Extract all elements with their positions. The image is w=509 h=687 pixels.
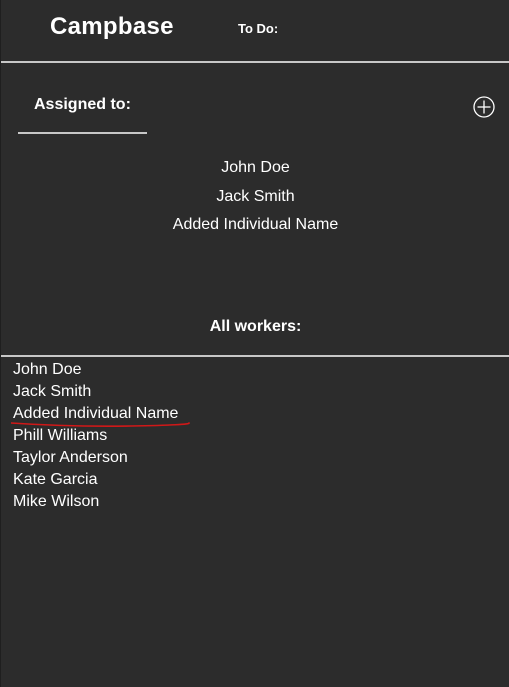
worker-name: Added Individual Name xyxy=(13,405,179,422)
header-divider xyxy=(1,61,509,63)
worker-name: Taylor Anderson xyxy=(13,449,128,466)
app-title: Campbase xyxy=(50,13,174,40)
worker-name: Kate Garcia xyxy=(13,471,98,488)
worker-item[interactable]: Jack Smith xyxy=(13,381,178,403)
assigned-item[interactable]: John Doe xyxy=(1,154,509,183)
todo-label: To Do: xyxy=(238,21,279,36)
assigned-item[interactable]: Added Individual Name xyxy=(1,211,509,240)
all-workers-heading: All workers: xyxy=(209,318,302,335)
assigned-to-heading: Assigned to: xyxy=(34,96,131,113)
all-workers-list: John Doe Jack Smith Added Individual Nam… xyxy=(11,359,190,513)
header: Campbase To Do: xyxy=(1,0,509,62)
worker-item[interactable]: Added Individual Name xyxy=(11,403,190,427)
worker-name: Phill Williams xyxy=(13,427,108,444)
worker-item[interactable]: John Doe xyxy=(13,359,178,381)
worker-name: Jack Smith xyxy=(13,383,92,400)
plus-circle-icon xyxy=(473,96,495,118)
add-assignee-button[interactable] xyxy=(473,96,495,118)
worker-name: John Doe xyxy=(13,361,82,378)
assigned-item[interactable]: Jack Smith xyxy=(1,183,509,212)
worker-item[interactable]: Phill Williams xyxy=(13,425,178,447)
assigned-list: John Doe Jack Smith Added Individual Nam… xyxy=(1,154,509,240)
assigned-to-underline xyxy=(18,132,147,134)
worker-item[interactable]: Mike Wilson xyxy=(13,491,178,513)
worker-item[interactable]: Kate Garcia xyxy=(13,469,178,491)
workers-divider xyxy=(1,355,509,357)
worker-item[interactable]: Taylor Anderson xyxy=(13,447,178,469)
worker-name: Mike Wilson xyxy=(13,493,100,510)
app-window: Campbase To Do: Assigned to: John Doe Ja… xyxy=(0,0,509,687)
